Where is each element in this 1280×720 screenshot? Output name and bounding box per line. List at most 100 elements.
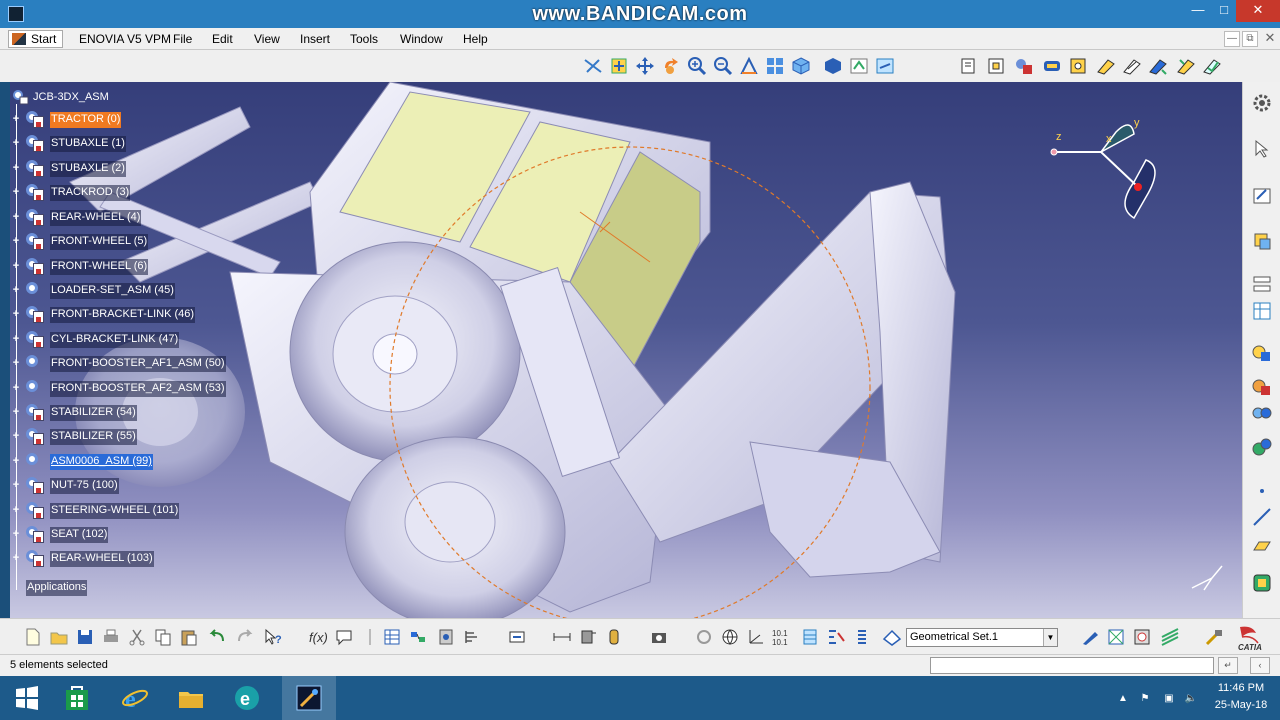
expand-icon[interactable]: + [11, 309, 21, 320]
expand-icon[interactable]: + [11, 138, 21, 149]
paste-icon[interactable] [179, 627, 199, 647]
taskbar-edge-app[interactable]: e [220, 676, 274, 720]
power-input-enter-button[interactable]: ↵ [1218, 657, 1238, 674]
select-filter-icon[interactable] [826, 627, 846, 647]
taskbar-internet-explorer[interactable]: e [108, 676, 162, 720]
chevron-down-icon[interactable]: ▼ [1043, 629, 1057, 646]
expand-icon[interactable]: + [11, 431, 21, 442]
menu-start[interactable]: Start [8, 30, 64, 48]
expand-icon[interactable]: + [11, 407, 21, 418]
zoom-out-icon[interactable] [713, 56, 733, 76]
design-table-icon[interactable] [382, 627, 402, 647]
expand-icon[interactable]: + [11, 553, 21, 564]
contact-constraint-icon[interactable] [1122, 56, 1142, 76]
list-icon[interactable] [852, 627, 872, 647]
expand-icon[interactable]: + [11, 334, 21, 345]
formula-icon[interactable]: f(x) [308, 627, 328, 647]
expand-icon[interactable]: + [11, 163, 21, 174]
expand-icon[interactable]: + [11, 187, 21, 198]
expand-icon[interactable]: + [11, 505, 21, 516]
menu-view[interactable]: View [254, 31, 280, 47]
component-icon[interactable] [986, 56, 1006, 76]
3d-viewport[interactable]: JCB-3DX_ASM + TRACTOR (0) + STUBAXLE (1)… [10, 82, 1242, 618]
geometrical-set-icon[interactable] [882, 627, 902, 647]
undo-icon[interactable] [207, 627, 227, 647]
pan-icon[interactable] [635, 56, 655, 76]
windows-start-button[interactable] [0, 676, 54, 720]
capture-icon[interactable] [649, 627, 669, 647]
globe-icon[interactable] [720, 627, 740, 647]
copy-icon[interactable] [153, 627, 173, 647]
expand-icon[interactable]: + [11, 212, 21, 223]
menu-file[interactable]: File [173, 31, 192, 47]
fly-mode-icon[interactable] [583, 56, 603, 76]
graph-tree-reorder-icon[interactable] [1068, 56, 1088, 76]
geometrical-set-dropdown[interactable]: Geometrical Set.1 ▼ [906, 628, 1058, 647]
sketcher-icon[interactable] [1251, 184, 1273, 206]
menu-edit[interactable]: Edit [212, 31, 233, 47]
point-icon[interactable] [1251, 480, 1273, 502]
volume-icon[interactable]: 🔈 [1184, 693, 1198, 705]
new-file-icon[interactable] [23, 627, 43, 647]
parameters-icon[interactable] [462, 627, 482, 647]
grid-table-icon[interactable] [1251, 300, 1273, 322]
knowledge-inspector-icon[interactable] [408, 627, 428, 647]
expand-icon[interactable]: + [11, 529, 21, 540]
expand-icon[interactable]: + [11, 236, 21, 247]
comment-icon[interactable] [334, 627, 354, 647]
menu-enovia[interactable]: ENOVIA V5 VPM [79, 31, 171, 47]
coincidence-constraint-icon[interactable] [1096, 56, 1116, 76]
normal-view-icon[interactable] [739, 56, 759, 76]
law-icon[interactable] [360, 627, 380, 647]
menu-help[interactable]: Help [463, 31, 488, 47]
menu-window[interactable]: Window [400, 31, 443, 47]
expand-icon[interactable]: + [11, 456, 21, 467]
taskbar-catia[interactable] [282, 676, 336, 720]
refresh-icon[interactable] [694, 627, 714, 647]
toolbox-icon[interactable] [1132, 627, 1152, 647]
sectioning-icon[interactable] [1251, 436, 1273, 458]
tray-expand-icon[interactable]: ▲ [1116, 693, 1130, 705]
scale-icon[interactable]: 10.1 10.1 [772, 627, 792, 647]
compass-widget[interactable]: z x y [1046, 112, 1166, 222]
snap-grid-icon[interactable] [800, 627, 820, 647]
part-body-icon[interactable] [1251, 230, 1273, 252]
open-folder-icon[interactable] [49, 627, 69, 647]
zoom-in-icon[interactable] [687, 56, 707, 76]
window-close-button[interactable]: ✕ [1236, 0, 1280, 22]
iso-view-icon[interactable] [791, 56, 811, 76]
action-center-icon[interactable]: ⚑ [1138, 693, 1152, 705]
expand-icon[interactable]: + [11, 383, 21, 394]
whats-this-icon[interactable]: ? [263, 627, 283, 647]
print-icon[interactable] [101, 627, 121, 647]
taskbar-clock[interactable]: 11:46 PM 25-May-18 [1206, 680, 1276, 714]
expand-icon[interactable]: + [11, 114, 21, 125]
power-input-clear-button[interactable]: ‹ [1250, 657, 1270, 674]
expand-icon[interactable]: + [11, 285, 21, 296]
catalog-browser-icon[interactable] [1251, 572, 1273, 594]
reorder-icon[interactable] [507, 627, 527, 647]
swap-space-icon[interactable] [875, 56, 895, 76]
shading-icon[interactable] [823, 56, 843, 76]
document-restore-button[interactable]: ⧉ [1242, 31, 1258, 47]
pencil-icon[interactable] [1080, 627, 1100, 647]
offset-constraint-icon[interactable] [1148, 56, 1168, 76]
multi-view-icon[interactable] [765, 56, 785, 76]
save-icon[interactable] [75, 627, 95, 647]
line-icon[interactable] [1251, 506, 1273, 528]
existing-component-icon[interactable] [1014, 56, 1034, 76]
product-icon[interactable] [958, 56, 978, 76]
measure-item-icon[interactable] [578, 627, 598, 647]
hammer-icon[interactable] [1204, 627, 1224, 647]
fix-component-icon[interactable] [1202, 56, 1222, 76]
network-icon[interactable]: ▣ [1162, 693, 1176, 705]
expand-icon[interactable]: + [11, 261, 21, 272]
axis-icon[interactable] [746, 627, 766, 647]
expand-icon[interactable]: + [11, 480, 21, 491]
measure-inertia-icon[interactable] [604, 627, 624, 647]
fit-all-in-icon[interactable] [609, 56, 629, 76]
catalog-icon[interactable] [436, 627, 456, 647]
expand-icon[interactable]: + [11, 358, 21, 369]
measure-between-icon[interactable] [552, 627, 572, 647]
layers-icon[interactable] [1160, 627, 1180, 647]
